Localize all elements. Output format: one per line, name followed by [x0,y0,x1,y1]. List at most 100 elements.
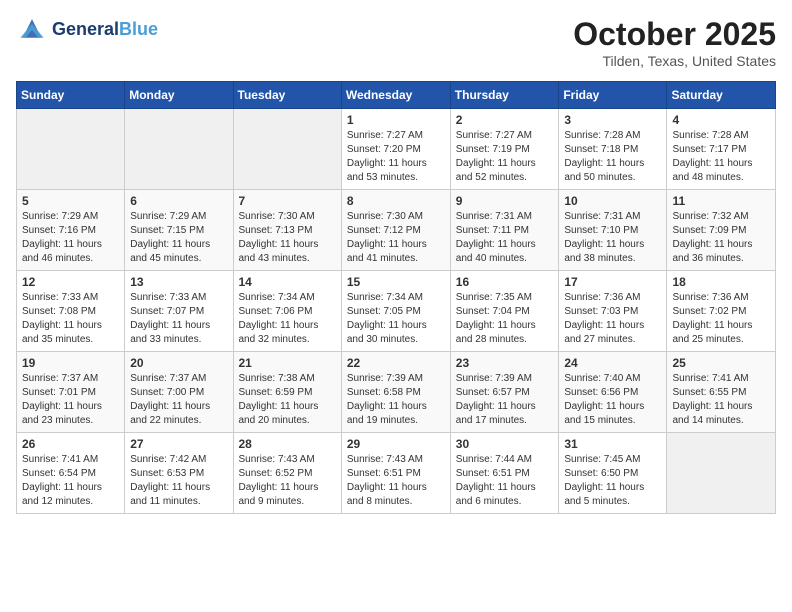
day-info: Sunrise: 7:33 AM Sunset: 7:07 PM Dayligh… [130,291,227,347]
calendar-cell: 18 Sunrise: 7:36 AM Sunset: 7:02 PM Dayli… [667,271,776,352]
day-info: Sunrise: 7:32 AM Sunset: 7:09 PM Dayligh… [672,210,770,266]
logo-text: GeneralBlue [52,20,158,40]
day-number: 2 [456,113,554,127]
calendar-cell: 4Sunrise: 7:28 AM Sunset: 7:17 PM Daylig… [667,109,776,190]
calendar-cell: 2 Sunrise: 7:27 AM Sunset: 7:19 PM Daylig… [450,109,559,190]
day-info: Sunrise: 7:42 AM Sunset: 6:53 PM Dayligh… [130,453,227,509]
weekday-saturday: Saturday [667,82,776,109]
calendar-cell: 25 Sunrise: 7:41 AM Sunset: 6:55 PM Dayli… [667,352,776,433]
day-number: 31 [564,437,661,451]
calendar-cell: 11 Sunrise: 7:32 AM Sunset: 7:09 PM Dayli… [667,190,776,271]
day-number: 11 [672,194,770,208]
day-number: 14 [239,275,336,289]
day-number: 19 [22,356,119,370]
calendar-cell: 22Sunrise: 7:39 AM Sunset: 6:58 PM Dayli… [341,352,450,433]
day-number: 12 [22,275,119,289]
day-info: Sunrise: 7:36 AM Sunset: 7:02 PM Dayligh… [672,291,770,347]
day-info: Sunrise: 7:43 AM Sunset: 6:51 PM Dayligh… [347,453,445,509]
week-row-4: 19Sunrise: 7:37 AM Sunset: 7:01 PM Dayli… [17,352,776,433]
weekday-tuesday: Tuesday [233,82,341,109]
calendar-cell: 26 Sunrise: 7:41 AM Sunset: 6:54 PM Dayli… [17,433,125,514]
day-number: 26 [22,437,119,451]
logo-icon [16,16,48,44]
day-info: Sunrise: 7:29 AM Sunset: 7:15 PM Dayligh… [130,210,227,266]
day-number: 8 [347,194,445,208]
title-block: October 2025 Tilden, Texas, United State… [573,16,776,69]
day-info: Sunrise: 7:41 AM Sunset: 6:55 PM Dayligh… [672,372,770,428]
calendar-cell: 13 Sunrise: 7:33 AM Sunset: 7:07 PM Dayli… [125,271,233,352]
calendar-cell: 12 Sunrise: 7:33 AM Sunset: 7:08 PM Dayli… [17,271,125,352]
calendar-cell [667,433,776,514]
logo: GeneralBlue [16,16,158,44]
day-number: 5 [22,194,119,208]
day-number: 7 [239,194,336,208]
day-info: Sunrise: 7:36 AM Sunset: 7:03 PM Dayligh… [564,291,661,347]
calendar-cell: 21 Sunrise: 7:38 AM Sunset: 6:59 PM Dayli… [233,352,341,433]
day-info: Sunrise: 7:35 AM Sunset: 7:04 PM Dayligh… [456,291,554,347]
calendar-cell: 28Sunrise: 7:43 AM Sunset: 6:52 PM Dayli… [233,433,341,514]
calendar-cell: 10Sunrise: 7:31 AM Sunset: 7:10 PM Dayli… [559,190,667,271]
calendar-cell: 31 Sunrise: 7:45 AM Sunset: 6:50 PM Dayli… [559,433,667,514]
day-info: Sunrise: 7:45 AM Sunset: 6:50 PM Dayligh… [564,453,661,509]
day-info: Sunrise: 7:37 AM Sunset: 7:00 PM Dayligh… [130,372,227,428]
weekday-monday: Monday [125,82,233,109]
calendar-cell [17,109,125,190]
calendar-cell: 20 Sunrise: 7:37 AM Sunset: 7:00 PM Dayli… [125,352,233,433]
location: Tilden, Texas, United States [573,53,776,69]
calendar-cell: 15 Sunrise: 7:34 AM Sunset: 7:05 PM Dayli… [341,271,450,352]
calendar-cell: 14 Sunrise: 7:34 AM Sunset: 7:06 PM Dayli… [233,271,341,352]
calendar-cell: 16 Sunrise: 7:35 AM Sunset: 7:04 PM Dayli… [450,271,559,352]
page-header: GeneralBlue October 2025 Tilden, Texas, … [16,16,776,69]
day-info: Sunrise: 7:27 AM Sunset: 7:19 PM Dayligh… [456,129,554,185]
day-number: 28 [239,437,336,451]
day-number: 21 [239,356,336,370]
day-info: Sunrise: 7:40 AM Sunset: 6:56 PM Dayligh… [564,372,661,428]
weekday-friday: Friday [559,82,667,109]
calendar-cell: 5 Sunrise: 7:29 AM Sunset: 7:16 PM Daylig… [17,190,125,271]
day-number: 23 [456,356,554,370]
day-number: 16 [456,275,554,289]
month-title: October 2025 [573,16,776,53]
day-number: 27 [130,437,227,451]
calendar-cell: 6Sunrise: 7:29 AM Sunset: 7:15 PM Daylig… [125,190,233,271]
calendar-cell: 17 Sunrise: 7:36 AM Sunset: 7:03 PM Dayli… [559,271,667,352]
day-info: Sunrise: 7:41 AM Sunset: 6:54 PM Dayligh… [22,453,119,509]
day-number: 17 [564,275,661,289]
calendar-cell [233,109,341,190]
weekday-header-row: SundayMondayTuesdayWednesdayThursdayFrid… [17,82,776,109]
weekday-wednesday: Wednesday [341,82,450,109]
day-info: Sunrise: 7:34 AM Sunset: 7:05 PM Dayligh… [347,291,445,347]
day-info: Sunrise: 7:39 AM Sunset: 6:57 PM Dayligh… [456,372,554,428]
day-number: 20 [130,356,227,370]
day-info: Sunrise: 7:30 AM Sunset: 7:12 PM Dayligh… [347,210,445,266]
day-info: Sunrise: 7:29 AM Sunset: 7:16 PM Dayligh… [22,210,119,266]
week-row-5: 26 Sunrise: 7:41 AM Sunset: 6:54 PM Dayli… [17,433,776,514]
day-info: Sunrise: 7:28 AM Sunset: 7:18 PM Dayligh… [564,129,661,185]
calendar-cell: 19Sunrise: 7:37 AM Sunset: 7:01 PM Dayli… [17,352,125,433]
day-number: 18 [672,275,770,289]
calendar-cell: 29Sunrise: 7:43 AM Sunset: 6:51 PM Dayli… [341,433,450,514]
day-info: Sunrise: 7:33 AM Sunset: 7:08 PM Dayligh… [22,291,119,347]
day-number: 9 [456,194,554,208]
day-info: Sunrise: 7:38 AM Sunset: 6:59 PM Dayligh… [239,372,336,428]
day-info: Sunrise: 7:44 AM Sunset: 6:51 PM Dayligh… [456,453,554,509]
day-number: 24 [564,356,661,370]
calendar-cell: 30 Sunrise: 7:44 AM Sunset: 6:51 PM Dayli… [450,433,559,514]
day-number: 30 [456,437,554,451]
calendar-table: SundayMondayTuesdayWednesdayThursdayFrid… [16,81,776,514]
calendar-cell: 3 Sunrise: 7:28 AM Sunset: 7:18 PM Daylig… [559,109,667,190]
week-row-1: 1Sunrise: 7:27 AM Sunset: 7:20 PM Daylig… [17,109,776,190]
day-number: 3 [564,113,661,127]
day-info: Sunrise: 7:34 AM Sunset: 7:06 PM Dayligh… [239,291,336,347]
day-info: Sunrise: 7:31 AM Sunset: 7:10 PM Dayligh… [564,210,661,266]
calendar-cell: 7Sunrise: 7:30 AM Sunset: 7:13 PM Daylig… [233,190,341,271]
calendar-cell: 24 Sunrise: 7:40 AM Sunset: 6:56 PM Dayli… [559,352,667,433]
weekday-thursday: Thursday [450,82,559,109]
day-info: Sunrise: 7:28 AM Sunset: 7:17 PM Dayligh… [672,129,770,185]
day-info: Sunrise: 7:31 AM Sunset: 7:11 PM Dayligh… [456,210,554,266]
day-number: 13 [130,275,227,289]
calendar-cell: 23 Sunrise: 7:39 AM Sunset: 6:57 PM Dayli… [450,352,559,433]
day-number: 1 [347,113,445,127]
day-number: 25 [672,356,770,370]
day-number: 15 [347,275,445,289]
